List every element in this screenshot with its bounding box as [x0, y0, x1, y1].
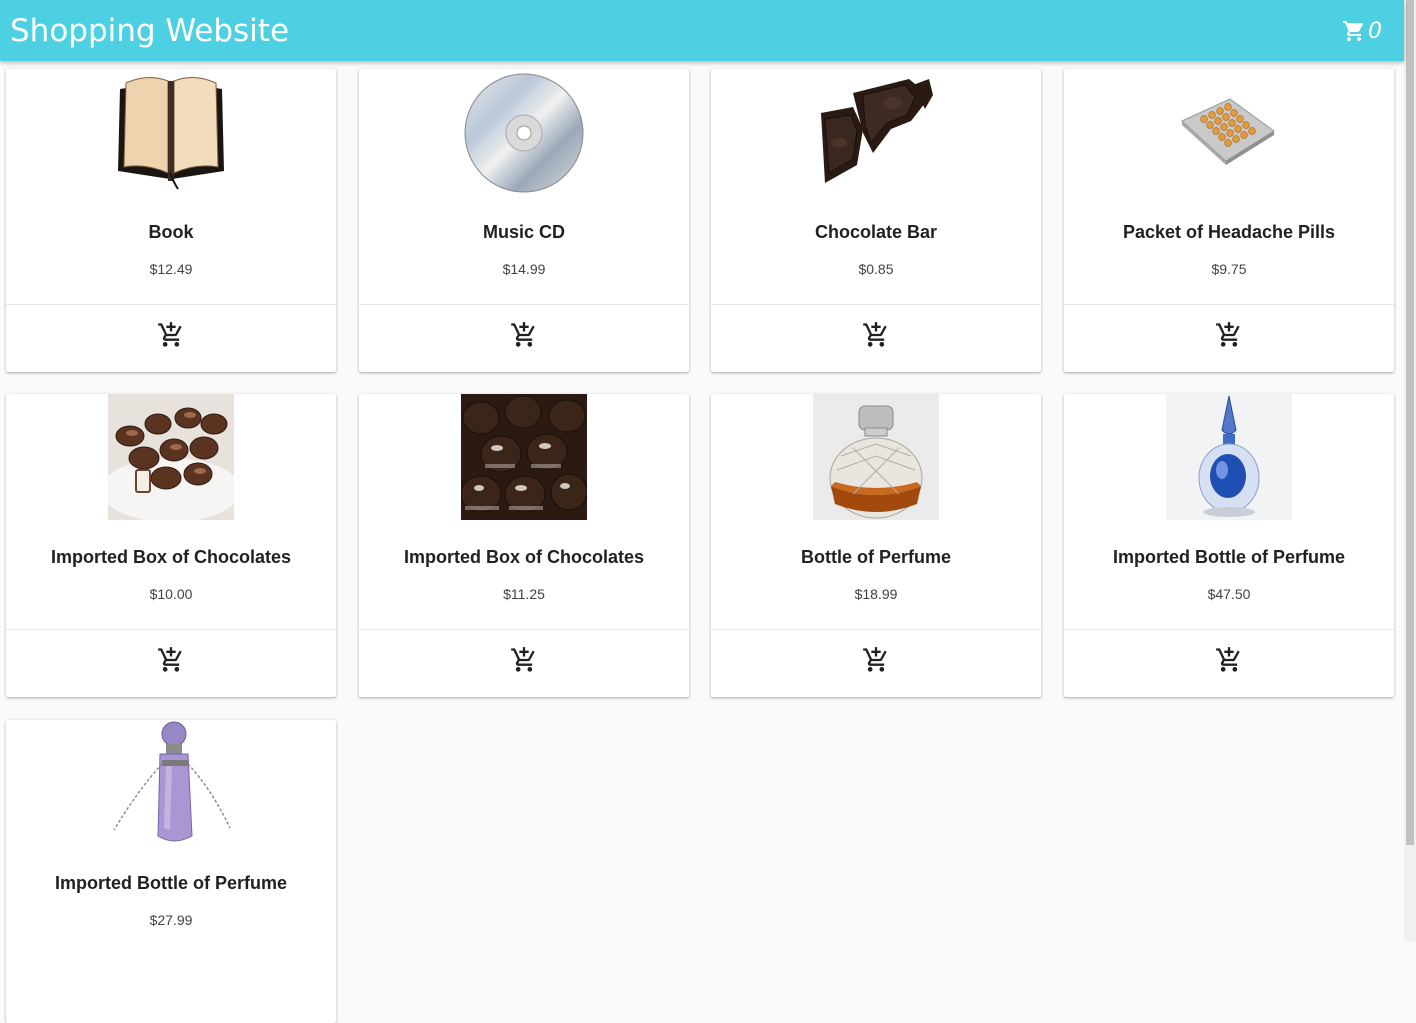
product-name: Bottle of Perfume	[800, 547, 951, 567]
scrollbar[interactable]	[1404, 0, 1416, 942]
music-cd-image	[464, 73, 584, 193]
product-price: $0.85	[858, 261, 894, 277]
card-divider	[711, 304, 1041, 305]
add-to-cart-button[interactable]	[861, 645, 891, 675]
add-shopping-cart-icon	[1216, 647, 1240, 672]
add-shopping-cart-icon	[863, 647, 887, 672]
card-divider	[359, 629, 689, 630]
product-card: Imported Box of Chocolates $11.25	[359, 394, 689, 697]
product-card: Packet of Headache Pills $9.75	[1064, 69, 1394, 372]
headache-pills-image	[1181, 98, 1275, 165]
card-divider	[711, 629, 1041, 630]
product-name: Packet of Headache Pills	[1122, 222, 1336, 242]
blue-perfume-bottle-image	[1166, 394, 1292, 520]
chocolates-plate-image	[108, 394, 234, 520]
product-price: $10.00	[149, 586, 193, 602]
product-price: $47.50	[1207, 586, 1251, 602]
card-divider	[6, 629, 336, 630]
add-to-cart-button[interactable]	[156, 645, 186, 675]
product-name: Imported Box of Chocolates	[50, 547, 292, 567]
product-card: Imported Box of Chocolates $10.00	[6, 394, 336, 697]
add-to-cart-button[interactable]	[861, 320, 891, 350]
app-bar: Shopping Website 0	[0, 0, 1404, 61]
product-name: Book	[148, 222, 194, 242]
cart-count: 0	[1368, 18, 1382, 44]
add-to-cart-button[interactable]	[1214, 645, 1244, 675]
card-divider	[1064, 629, 1394, 630]
product-price: $11.25	[503, 586, 545, 602]
product-name: Chocolate Bar	[814, 222, 938, 242]
product-price: $14.99	[502, 261, 546, 277]
book-image	[118, 77, 224, 190]
cart-button[interactable]: 0	[1342, 17, 1382, 45]
product-card: Book $12.49	[6, 69, 336, 372]
add-shopping-cart-icon	[511, 647, 535, 672]
add-to-cart-button[interactable]	[509, 645, 539, 675]
product-name: Imported Box of Chocolates	[403, 547, 645, 567]
amethyst-perfume-bottle-image	[113, 721, 231, 842]
product-price: $18.99	[854, 586, 898, 602]
add-to-cart-button[interactable]	[156, 320, 186, 350]
card-divider	[6, 304, 336, 305]
shopping-cart-icon	[1343, 21, 1364, 41]
add-to-cart-button[interactable]	[509, 320, 539, 350]
add-shopping-cart-icon	[1216, 322, 1240, 347]
product-price: $12.49	[149, 261, 193, 277]
add-shopping-cart-icon	[158, 647, 182, 672]
product-card: Chocolate Bar $0.85	[711, 69, 1041, 372]
product-name: Music CD	[482, 222, 565, 242]
add-shopping-cart-icon	[863, 322, 887, 347]
add-shopping-cart-icon	[511, 322, 535, 347]
product-card: Imported Bottle of Perfume $47.50	[1064, 394, 1394, 697]
product-name: Imported Bottle of Perfume	[1112, 547, 1345, 567]
app-title: Shopping Website	[10, 13, 290, 49]
add-shopping-cart-icon	[158, 322, 182, 347]
card-divider	[1064, 304, 1394, 305]
add-to-cart-button[interactable]	[1214, 320, 1244, 350]
product-card: Bottle of Perfume $18.99	[711, 394, 1041, 697]
product-card: Music CD $14.99	[359, 69, 689, 372]
scrollbar-thumb[interactable]	[1406, 0, 1414, 845]
product-card: Imported Bottle of Perfume $27.99	[6, 720, 336, 1023]
perfume-bottle-image	[813, 394, 939, 520]
product-price: $27.99	[149, 912, 193, 928]
product-name: Imported Bottle of Perfume	[54, 873, 287, 893]
product-price: $9.75	[1211, 261, 1247, 277]
card-divider	[359, 304, 689, 305]
chocolate-truffles-image	[461, 394, 587, 520]
chocolate-bar-image	[821, 79, 933, 183]
